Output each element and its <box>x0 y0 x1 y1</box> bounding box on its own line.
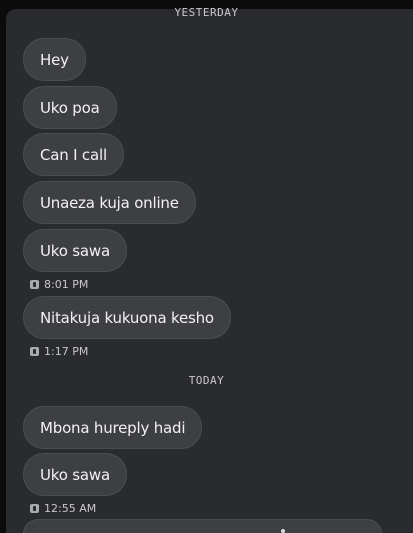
message-bubble-1[interactable]: Hey <box>23 38 86 81</box>
message-timestamp-3: 12:55 AM <box>30 502 96 515</box>
timestamp-text: 12:55 AM <box>44 502 97 515</box>
message-thread-screen: YESTERDAY Hey Uko poa Can I call Unaeza … <box>0 0 413 533</box>
message-bubble-7[interactable]: Mbona hureply hadi <box>23 406 203 449</box>
partial-text-glyph <box>281 529 285 533</box>
sim-1-icon <box>30 504 39 513</box>
message-timestamp-1: 8:01 PM <box>30 278 88 291</box>
message-bubble-3[interactable]: Can I call <box>23 133 124 176</box>
timestamp-text: 8:01 PM <box>44 278 89 291</box>
message-bubble-8[interactable]: Uko sawa <box>23 453 127 496</box>
date-divider-yesterday: YESTERDAY <box>174 6 239 19</box>
message-bubble-5[interactable]: Uko sawa <box>23 229 127 272</box>
timestamp-text: 1:17 PM <box>44 345 89 358</box>
date-divider-today: TODAY <box>188 374 225 387</box>
message-bubble-partial[interactable] <box>23 519 382 533</box>
message-timestamp-2: 1:17 PM <box>30 345 88 358</box>
message-bubble-6[interactable]: Nitakuja kukuona kesho <box>23 296 231 339</box>
sim-1-icon <box>30 280 39 289</box>
sim-1-icon <box>30 347 39 356</box>
message-bubble-4[interactable]: Unaeza kuja online <box>23 181 196 224</box>
message-bubble-2[interactable]: Uko poa <box>23 86 117 129</box>
